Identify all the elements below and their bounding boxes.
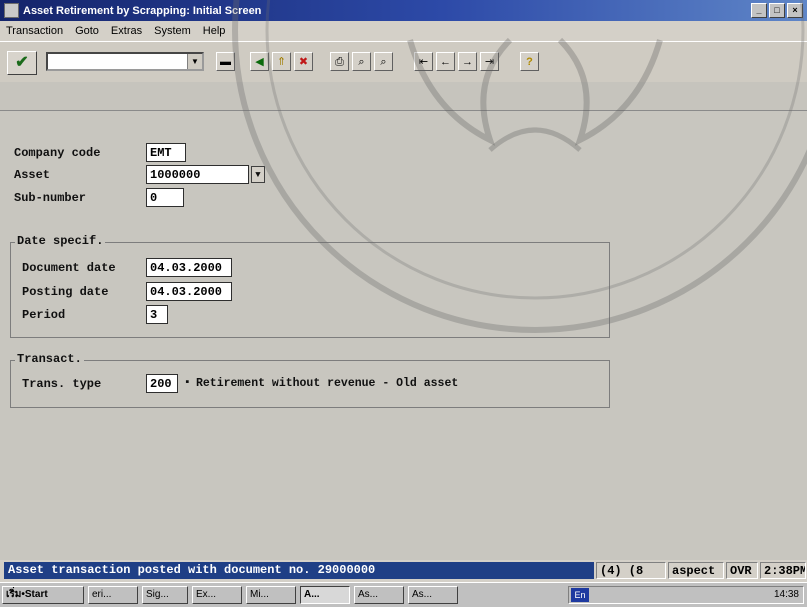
last-page-button[interactable]: ⇥ [480, 52, 499, 71]
taskbar-item[interactable]: Sig... [142, 586, 188, 604]
prev-page-icon: ← [440, 56, 451, 68]
trans-type-description: Retirement without revenue - Old asset [196, 377, 459, 390]
taskbar-item-label: As... [412, 589, 433, 600]
back-button[interactable]: ◀ [250, 52, 269, 71]
command-field[interactable]: ▼ [46, 52, 204, 71]
exit-icon: ⇑ [276, 56, 287, 68]
print-icon: ⎙ [335, 56, 344, 68]
back-icon: ◀ [255, 56, 264, 68]
minimize-button[interactable]: _ [751, 3, 767, 18]
start-button[interactable]: เริ่ม•Start [2, 586, 84, 604]
work-area: Company code EMT Asset 1000000 ▼ Sub-num… [0, 111, 807, 560]
trans-type-label: Trans. type [22, 377, 102, 391]
maximize-button[interactable]: □ [769, 3, 785, 18]
taskbar-item[interactable]: Ex... [192, 586, 242, 604]
find-icon: ⌕ [358, 56, 365, 68]
asset-input[interactable]: 1000000 [146, 165, 249, 184]
start-label: เริ่ม•Start [6, 589, 48, 600]
first-page-button[interactable]: ⇤ [414, 52, 433, 71]
trans-type-input[interactable]: 200 [146, 374, 178, 393]
dropdown-arrow-icon: ▼ [255, 170, 261, 180]
taskbar-item-label: Mi... [250, 589, 269, 600]
taskbar: เริ่ม•Start eri... Sig... Ex... Mi... A.… [0, 582, 807, 607]
system-tray: En 14:38 [568, 586, 804, 604]
taskbar-item[interactable]: Mi... [246, 586, 296, 604]
trans-type-bullet: ▪ [184, 377, 191, 389]
taskbar-item[interactable]: As... [354, 586, 404, 604]
menu-transaction[interactable]: Transaction [6, 25, 63, 37]
asset-label: Asset [14, 168, 51, 182]
application-toolbar [0, 82, 807, 111]
taskbar-item-label: Ex... [196, 589, 217, 600]
company-code-label: Company code [14, 146, 101, 160]
exit-button[interactable]: ⇑ [272, 52, 291, 71]
status-bar: Asset transaction posted with document n… [0, 560, 807, 582]
menu-help[interactable]: Help [203, 25, 226, 37]
company-code-input[interactable]: EMT [146, 143, 186, 162]
window-title-bar: Asset Retirement by Scrapping: Initial S… [0, 0, 807, 21]
taskbar-item-label: As... [358, 589, 379, 600]
save-button[interactable]: ▬ [216, 52, 235, 71]
first-page-icon: ⇤ [418, 56, 429, 68]
chevron-down-icon[interactable]: ▼ [187, 54, 202, 69]
standard-toolbar: ✔ ▼ ▬ ◀ ⇑ ✖ ⎙ ⌕ ⌕ ⇤ ← → ⇥ ? [0, 41, 807, 83]
menu-goto[interactable]: Goto [75, 25, 99, 37]
insert-mode[interactable]: OVR [726, 562, 758, 579]
save-icon: ▬ [220, 56, 231, 68]
taskbar-item-label: eri... [92, 589, 112, 600]
language-indicator[interactable]: En [571, 588, 589, 602]
status-message[interactable]: Asset transaction posted with document n… [4, 562, 594, 579]
possible-entries-button[interactable]: ▼ [251, 166, 265, 183]
period-input[interactable]: 3 [146, 305, 168, 324]
cancel-icon: ✖ [298, 56, 309, 68]
help-button[interactable]: ? [520, 52, 539, 71]
help-icon: ? [526, 56, 533, 68]
find-next-icon: ⌕ [380, 56, 387, 68]
posting-date-label: Posting date [22, 285, 109, 299]
taskbar-item-label: Sig... [146, 589, 169, 600]
sub-number-label: Sub-number [14, 191, 87, 205]
cancel-button[interactable]: ✖ [294, 52, 313, 71]
next-page-icon: → [462, 56, 473, 68]
next-page-button[interactable]: → [458, 52, 477, 71]
server-name: aspect [668, 562, 724, 579]
group-title-date: Date specif. [15, 234, 106, 248]
period-label: Period [22, 308, 66, 322]
group-title-transact: Transact. [15, 352, 84, 366]
close-button[interactable]: × [787, 3, 803, 18]
tray-clock[interactable]: 14:38 [774, 589, 799, 600]
taskbar-item[interactable]: As... [408, 586, 458, 604]
taskbar-item-active[interactable]: A... [300, 586, 350, 604]
taskbar-item-label: A... [304, 589, 320, 600]
last-page-icon: ⇥ [484, 56, 495, 68]
window-title: Asset Retirement by Scrapping: Initial S… [23, 4, 262, 17]
session-info: (4) (8 [596, 562, 666, 579]
app-icon[interactable] [4, 3, 19, 18]
find-button[interactable]: ⌕ [352, 52, 371, 71]
print-button[interactable]: ⎙ [330, 52, 349, 71]
posting-date-input[interactable]: 04.03.2000 [146, 282, 232, 301]
previous-page-button[interactable]: ← [436, 52, 455, 71]
taskbar-item[interactable]: eri... [88, 586, 138, 604]
menu-system[interactable]: System [154, 25, 191, 37]
document-date-input[interactable]: 04.03.2000 [146, 258, 232, 277]
sub-number-input[interactable]: 0 [146, 188, 184, 207]
menu-bar: Transaction Goto Extras System Help [0, 21, 807, 41]
status-time: 2:38PM [760, 562, 806, 579]
document-date-label: Document date [22, 261, 116, 275]
enter-button[interactable]: ✔ [7, 51, 37, 75]
menu-extras[interactable]: Extras [111, 25, 142, 37]
find-next-button[interactable]: ⌕ [374, 52, 393, 71]
checkmark-icon: ✔ [15, 54, 29, 71]
